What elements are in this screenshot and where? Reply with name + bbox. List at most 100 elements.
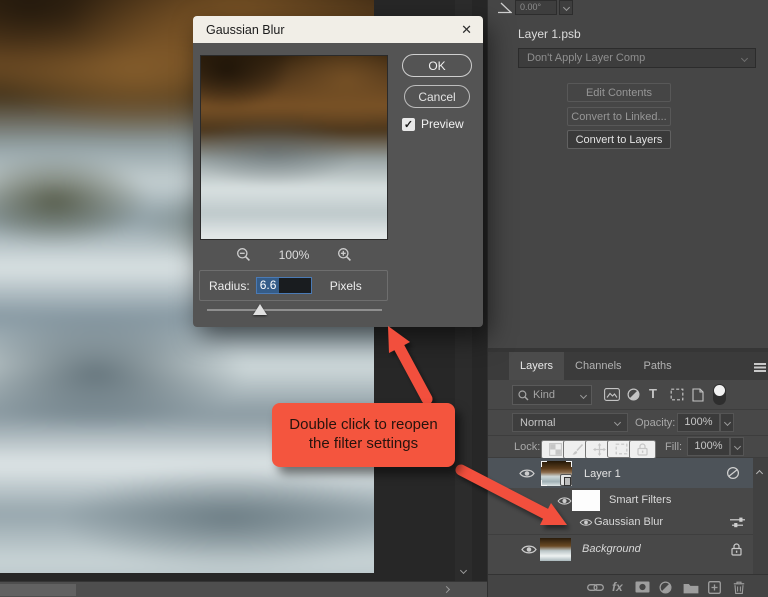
layer-style-fx-icon[interactable]: fx xyxy=(612,581,623,594)
blur-preview-image[interactable] xyxy=(200,55,388,240)
layer-name[interactable]: Smart Filters xyxy=(609,494,671,506)
visibility-eye-icon[interactable] xyxy=(519,468,535,479)
new-layer-icon[interactable] xyxy=(708,581,721,594)
layers-panel-tabbar: Layers Channels Paths xyxy=(488,352,768,380)
opacity-label: Opacity: xyxy=(635,417,676,429)
chevron-down-icon xyxy=(740,54,749,62)
angle-value-field[interactable]: 0.00° xyxy=(515,0,557,15)
preview-zoom-controls: 100% xyxy=(200,247,388,262)
canvas-pasteboard-bottom xyxy=(0,573,374,581)
smart-object-corner xyxy=(566,461,572,467)
chevron-down-icon xyxy=(613,418,622,427)
search-icon xyxy=(518,389,529,400)
filter-kind-label: Kind xyxy=(533,389,556,401)
panel-menu-icon[interactable] xyxy=(754,363,766,365)
preview-photo xyxy=(201,56,387,239)
annotation-line1: Double click to reopen xyxy=(289,416,438,433)
filter-type-layers-icon[interactable]: T xyxy=(649,387,657,401)
zoom-level: 100% xyxy=(278,247,310,262)
preview-checkbox[interactable]: ✓ Preview xyxy=(402,117,464,131)
checkbox-check-icon: ✓ xyxy=(402,117,415,131)
zoom-out-icon[interactable] xyxy=(236,247,251,262)
filter-adjustment-layers-icon[interactable] xyxy=(627,388,640,401)
horizontal-scrollbar-thumb[interactable] xyxy=(0,584,76,596)
filter-pixel-layers-icon[interactable] xyxy=(604,388,620,401)
adjustment-layer-icon[interactable] xyxy=(659,581,672,594)
delete-layer-trash-icon[interactable] xyxy=(733,581,745,594)
smart-object-corner xyxy=(541,461,547,467)
background-thumbnail[interactable] xyxy=(540,538,571,561)
layer-row-background[interactable]: Background xyxy=(488,534,753,562)
tab-paths[interactable]: Paths xyxy=(633,352,683,380)
filter-mask-thumbnail[interactable] xyxy=(572,490,600,511)
opacity-value-field[interactable]: 100% xyxy=(677,413,720,432)
scroll-right-icon[interactable] xyxy=(442,585,451,594)
fill-label: Fill: xyxy=(665,441,683,453)
angle-dropdown-button[interactable] xyxy=(559,0,573,15)
annotation-callout: Double click to reopen the filter settin… xyxy=(272,403,455,467)
layer-row-smart-filters[interactable]: Smart Filters xyxy=(488,488,753,513)
smart-object-name: Layer 1.psb xyxy=(518,27,581,41)
chevron-down-icon xyxy=(579,391,588,399)
cancel-button[interactable]: Cancel xyxy=(404,85,470,108)
lock-icon xyxy=(731,543,742,556)
radius-label: Radius: xyxy=(209,278,250,293)
layer-comp-select[interactable]: Don't Apply Layer Comp xyxy=(518,48,756,68)
filter-smart-object-icon[interactable] xyxy=(692,388,704,402)
right-panel: 0.00° Layer 1.psb Don't Apply Layer Comp… xyxy=(487,0,768,597)
fill-dropdown-button[interactable] xyxy=(730,437,744,456)
visibility-eye-icon[interactable] xyxy=(579,518,593,527)
photoshop-workspace: 0.00° Layer 1.psb Don't Apply Layer Comp… xyxy=(0,0,768,597)
chevron-down-icon xyxy=(733,442,741,451)
layer-row-layer1[interactable]: Layer 1 xyxy=(488,458,753,488)
lock-all-icon[interactable] xyxy=(629,440,656,459)
zoom-in-icon[interactable] xyxy=(337,247,352,262)
blend-mode-row: Normal Opacity: 100% xyxy=(488,410,768,436)
filter-shape-layers-icon[interactable] xyxy=(670,388,684,401)
visibility-eye-icon[interactable] xyxy=(557,496,572,506)
radius-slider-thumb[interactable] xyxy=(253,304,267,315)
filter-on-off-toggle[interactable] xyxy=(713,384,726,405)
dialog-body: OK Cancel ✓ Preview 100% Radius: 6.6 Pix… xyxy=(193,43,483,327)
chevron-down-icon xyxy=(723,418,731,427)
visibility-eye-icon[interactable] xyxy=(521,544,537,555)
collapse-smart-filters-icon[interactable] xyxy=(755,469,764,478)
layer-name[interactable]: Layer 1 xyxy=(584,468,621,480)
layer1-thumbnail[interactable] xyxy=(541,461,572,486)
layer-name[interactable]: Background xyxy=(582,543,641,555)
horizontal-scrollbar[interactable] xyxy=(0,581,487,597)
layers-scroll-gutter xyxy=(753,458,768,574)
add-layer-mask-icon[interactable] xyxy=(635,581,650,593)
close-icon[interactable]: ✕ xyxy=(461,23,472,36)
convert-to-layers-button[interactable]: Convert to Layers xyxy=(567,130,671,149)
tab-layers[interactable]: Layers xyxy=(509,352,565,380)
new-group-folder-icon[interactable] xyxy=(683,582,699,594)
filter-kind-select[interactable]: Kind xyxy=(512,385,592,405)
layer-name[interactable]: Gaussian Blur xyxy=(594,516,663,528)
filter-blending-options-icon[interactable] xyxy=(730,517,745,528)
layer-row-gaussian-blur[interactable]: Gaussian Blur xyxy=(488,513,753,532)
blend-mode-select[interactable]: Normal xyxy=(512,413,628,432)
layer-comp-value: Don't Apply Layer Comp xyxy=(527,52,646,64)
convert-to-linked-button[interactable]: Convert to Linked... xyxy=(567,107,671,126)
dialog-titlebar[interactable]: Gaussian Blur ✕ xyxy=(193,16,483,43)
edit-contents-button[interactable]: Edit Contents xyxy=(567,83,671,102)
link-layers-icon[interactable] xyxy=(587,583,604,592)
radius-group: Radius: 6.6 Pixels xyxy=(199,270,388,301)
radius-unit-label: Pixels xyxy=(329,278,362,293)
layer-filter-row: Kind T xyxy=(488,380,768,410)
lock-label: Lock: xyxy=(514,441,541,453)
ok-button[interactable]: OK xyxy=(402,54,472,77)
radius-slider-track[interactable] xyxy=(207,309,382,311)
opacity-dropdown-button[interactable] xyxy=(720,413,734,432)
preview-checkbox-label: Preview xyxy=(421,117,464,131)
tab-channels[interactable]: Channels xyxy=(564,352,632,380)
smart-object-corner xyxy=(541,480,547,486)
annotation-line2: the filter settings xyxy=(308,434,419,452)
smart-object-badge-icon xyxy=(560,474,572,486)
smart-filters-badge-icon[interactable] xyxy=(726,466,740,480)
fill-value-field[interactable]: 100% xyxy=(687,437,730,456)
radius-input[interactable]: 6.6 xyxy=(255,277,312,294)
radius-value-selected: 6.6 xyxy=(256,278,280,293)
blend-mode-value: Normal xyxy=(520,416,556,429)
